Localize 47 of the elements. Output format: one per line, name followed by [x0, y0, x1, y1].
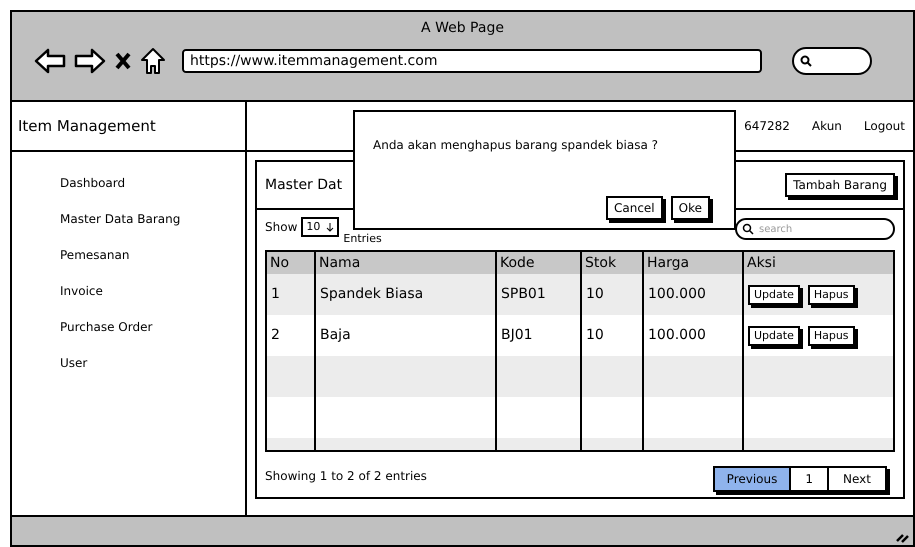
- dialog-message: Anda akan menghapus barang spandek biasa ?: [373, 137, 659, 154]
- app-title: Item Management: [18, 116, 156, 137]
- table-cell-text: 2: [271, 326, 280, 345]
- column-header: No: [270, 255, 290, 271]
- sidebar-item[interactable]: User: [60, 354, 245, 372]
- table-cell-text: Spandek Biasa: [320, 285, 424, 304]
- search-icon: [800, 55, 812, 67]
- cancel-button[interactable]: Cancel: [606, 196, 663, 220]
- table-cell-text: 10: [586, 285, 604, 304]
- table-cell-text: 1: [271, 285, 280, 304]
- header-link[interactable]: Akun: [812, 117, 842, 135]
- sidebar-item[interactable]: Master Data Barang: [60, 210, 245, 228]
- column-header: Harga: [647, 255, 690, 271]
- sidebar-item[interactable]: Purchase Order: [60, 318, 245, 336]
- url-field[interactable]: https://www.itemmanagement.com: [182, 49, 762, 73]
- sidebar-item[interactable]: Pemesanan: [60, 246, 245, 264]
- arrow-down-icon: [326, 222, 334, 232]
- show-label: Show: [265, 219, 298, 236]
- column-header: Aksi: [747, 255, 776, 271]
- table-cell-text: 10: [586, 326, 604, 345]
- home-icon[interactable]: [140, 47, 166, 75]
- search-field[interactable]: search: [735, 218, 895, 240]
- column-header: Nama: [319, 255, 360, 271]
- sidebar-item[interactable]: Dashboard: [60, 174, 245, 192]
- add-button[interactable]: Tambah Barang: [785, 173, 895, 197]
- search-icon: [742, 223, 754, 235]
- table-cell-text: Baja: [320, 326, 351, 345]
- ok-button[interactable]: Oke: [670, 196, 710, 220]
- column-header: Stok: [585, 255, 616, 271]
- table-cell-text: 100.000: [648, 285, 706, 304]
- phone-number: 647282: [744, 118, 790, 135]
- close-icon[interactable]: [114, 51, 132, 71]
- page-button[interactable]: Previous: [714, 468, 790, 490]
- header-link[interactable]: Logout: [864, 117, 905, 135]
- entries-label: Entries: [343, 230, 382, 247]
- panel-title: Master Dat: [265, 176, 342, 194]
- entries-info: Showing 1 to 2 of 2 entries: [265, 468, 427, 485]
- search-field[interactable]: [792, 47, 872, 75]
- sidebar-item[interactable]: Invoice: [60, 282, 245, 300]
- table-cell-text: 100.000: [648, 326, 706, 345]
- table-cell-text: SPB01: [501, 285, 546, 304]
- table-cell-text: BJ01: [501, 326, 533, 345]
- page-size-select[interactable]: 10: [301, 216, 340, 238]
- back-icon[interactable]: [34, 48, 66, 74]
- window-title: A Web Page: [421, 19, 504, 38]
- column-header: Kode: [500, 255, 535, 271]
- forward-icon[interactable]: [74, 48, 106, 74]
